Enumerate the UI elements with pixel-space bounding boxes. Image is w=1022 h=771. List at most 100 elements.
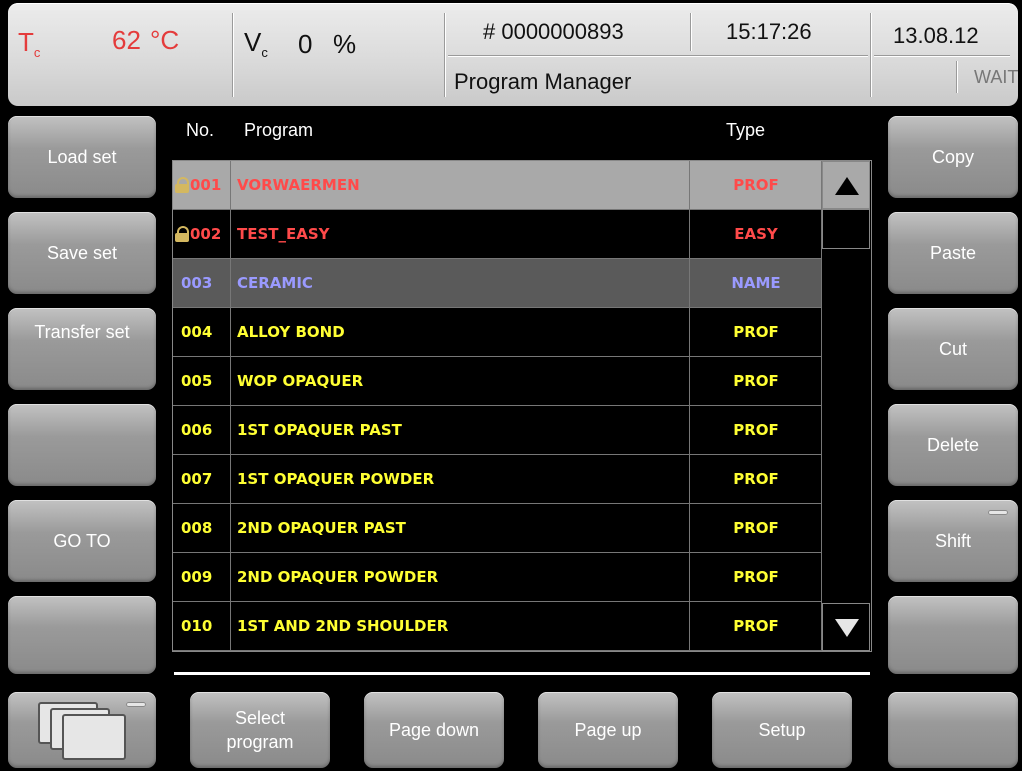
triangle-down-icon [835, 619, 859, 637]
program-number-cell: 010 [173, 602, 231, 650]
cut-button[interactable]: Cut [888, 308, 1018, 390]
chamber-temperature-unit: °C [150, 25, 180, 55]
vacuum-value: 0 [298, 29, 313, 59]
program-type-cell: PROF [689, 308, 822, 356]
program-type-cell: PROF [689, 553, 822, 601]
column-header-no: No. [186, 120, 215, 140]
header-divider [232, 13, 233, 97]
chamber-temperature-label: Tc [18, 27, 41, 61]
program-row[interactable]: 009 2ND OPAQUER POWDER PROF [173, 553, 821, 602]
scrollbar[interactable] [821, 161, 870, 651]
scroll-down-button[interactable] [822, 603, 870, 651]
vacuum-unit: % [333, 29, 357, 59]
scroll-thumb[interactable] [822, 209, 870, 249]
program-row[interactable]: 008 2ND OPAQUER PAST PROF [173, 504, 821, 553]
program-row[interactable]: 006 1ST OPAQUER PAST PROF [173, 406, 821, 455]
shift-button[interactable]: Shift [888, 500, 1018, 582]
program-row[interactable]: 005 WOP OPAQUER PROF [173, 357, 821, 406]
program-number-text: 002 [190, 225, 222, 243]
program-row[interactable]: 004 ALLOY BOND PROF [173, 308, 821, 357]
status-text: WAIT [974, 67, 1019, 87]
program-type-cell: PROF [689, 161, 822, 209]
program-number-text: 001 [190, 176, 222, 194]
select-program-label: Select program [226, 708, 294, 752]
shift-button-label: Shift [934, 531, 972, 551]
program-number-cell: 005 [173, 357, 231, 405]
header-divider [956, 61, 957, 93]
page-up-button[interactable]: Page up [538, 692, 678, 768]
program-number-cell: 008 [173, 504, 231, 552]
left-empty-button-1[interactable] [8, 404, 156, 486]
program-type-cell: PROF [689, 602, 822, 650]
program-type-cell: EASY [689, 210, 822, 258]
header-divider [874, 55, 1010, 56]
program-number-cell: 004 [173, 308, 231, 356]
program-number-cell: 007 [173, 455, 231, 503]
program-number-cell: 006 [173, 406, 231, 454]
program-row[interactable]: 001 VORWAERMEN PROF [173, 161, 821, 210]
program-type-cell: PROF [689, 406, 822, 454]
program-number-text: 004 [181, 323, 213, 341]
program-number-cell: 003 [173, 259, 231, 307]
program-number-cell: 001 [173, 161, 231, 209]
program-number: # 0000000893 [483, 19, 624, 44]
setup-button[interactable]: Setup [712, 692, 852, 768]
multi-window-icon [38, 702, 134, 760]
program-type-cell: PROF [689, 455, 822, 503]
program-name-cell: VORWAERMEN [237, 176, 360, 194]
program-number-text: 010 [181, 617, 213, 635]
column-header-type: Type [726, 120, 766, 140]
program-name-cell: 1ST OPAQUER PAST [237, 421, 402, 439]
transfer-set-button[interactable]: Transfer set [8, 308, 156, 390]
left-empty-button-2[interactable] [8, 596, 156, 674]
program-row[interactable]: 003 CERAMIC NAME [173, 259, 821, 308]
chamber-temperature-value: 62 [112, 25, 141, 55]
clock-date: 13.08.12 [893, 23, 979, 48]
program-name-cell: 2ND OPAQUER POWDER [237, 568, 439, 586]
scroll-up-button[interactable] [822, 161, 870, 209]
program-row[interactable]: 007 1ST OPAQUER POWDER PROF [173, 455, 821, 504]
program-name-cell: WOP OPAQUER [237, 372, 364, 390]
load-set-button[interactable]: Load set [8, 116, 156, 198]
program-number-text: 009 [181, 568, 213, 586]
delete-button[interactable]: Delete [888, 404, 1018, 486]
program-name-cell: ALLOY BOND [237, 323, 345, 341]
go-to-button[interactable]: GO TO [8, 500, 156, 582]
program-name-cell: 1ST OPAQUER POWDER [237, 470, 435, 488]
paste-button[interactable]: Paste [888, 212, 1018, 294]
header-divider [448, 55, 868, 56]
program-name-cell: TEST_EASY [237, 225, 330, 243]
program-type-cell: PROF [689, 504, 822, 552]
shift-indicator [988, 510, 1008, 515]
program-number-text: 007 [181, 470, 213, 488]
program-type-cell: NAME [689, 259, 822, 307]
save-set-button[interactable]: Save set [8, 212, 156, 294]
page-down-button[interactable]: Page down [364, 692, 504, 768]
program-type-cell: PROF [689, 357, 822, 405]
program-number-text: 006 [181, 421, 213, 439]
header-divider [690, 13, 691, 51]
vacuum-label: Vc [244, 27, 268, 61]
program-number-cell: 002 [173, 210, 231, 258]
program-number-cell: 009 [173, 553, 231, 601]
page-title: Program Manager [454, 69, 632, 94]
header-divider [870, 13, 871, 97]
status-header: Tc 62 °C Vc 0 % # 0000000893 15:17:26 13… [8, 3, 1018, 106]
header-divider [444, 13, 445, 97]
windows-button[interactable] [8, 692, 156, 768]
program-number-text: 008 [181, 519, 213, 537]
column-header-program: Program [244, 120, 314, 140]
program-number-text: 005 [181, 372, 213, 390]
lock-icon [175, 177, 189, 193]
right-empty-button[interactable] [888, 596, 1018, 674]
select-program-button[interactable]: Select program [190, 692, 330, 768]
clock-time: 15:17:26 [726, 19, 812, 44]
program-row[interactable]: 002 TEST_EASY EASY [173, 210, 821, 259]
bottom-right-empty-button[interactable] [888, 692, 1018, 768]
lock-icon [175, 226, 189, 242]
program-row[interactable]: 010 1ST AND 2ND SHOULDER PROF [173, 602, 821, 651]
program-number-text: 003 [181, 274, 213, 292]
copy-button[interactable]: Copy [888, 116, 1018, 198]
list-divider [174, 672, 870, 675]
program-name-cell: 2ND OPAQUER PAST [237, 519, 406, 537]
